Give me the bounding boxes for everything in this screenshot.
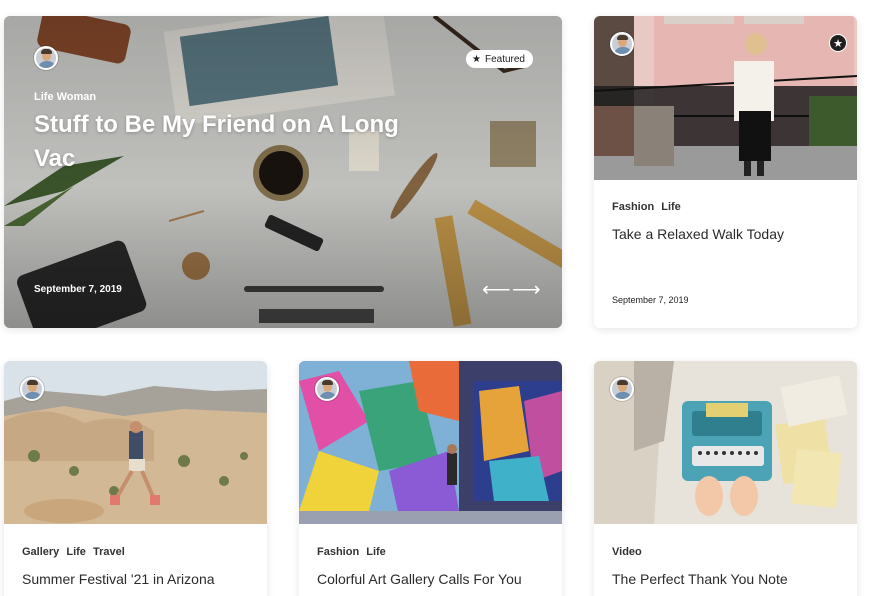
post-title[interactable]: Colorful Art Gallery Calls For You: [317, 571, 522, 587]
author-avatar[interactable]: [610, 377, 634, 401]
post-card[interactable]: ★ Fashion Life Take a Relaxed Walk Today…: [594, 16, 857, 328]
author-avatar[interactable]: [20, 377, 44, 401]
featured-badge: ★ Featured: [466, 50, 533, 68]
star-icon[interactable]: ★: [829, 34, 847, 52]
featured-post-card[interactable]: ★ Featured Life Woman Stuff to Be My Fri…: [4, 16, 562, 328]
post-title[interactable]: Stuff to Be My Friend on A Long Vac: [34, 108, 434, 176]
author-avatar[interactable]: [610, 32, 634, 56]
arrow-left-icon[interactable]: ⟵: [482, 280, 511, 300]
post-card[interactable]: Video The Perfect Thank You Note: [594, 361, 857, 596]
post-card[interactable]: Fashion Life Colorful Art Gallery Calls …: [299, 361, 562, 596]
post-title[interactable]: Summer Festival '21 in Arizona: [22, 571, 215, 587]
post-categories[interactable]: Gallery Life Travel: [22, 546, 125, 558]
post-title[interactable]: The Perfect Thank You Note: [612, 571, 788, 587]
post-date: September 7, 2019: [34, 284, 122, 295]
post-categories[interactable]: Video: [612, 546, 642, 558]
star-icon: ★: [472, 53, 481, 65]
author-avatar[interactable]: [34, 46, 58, 70]
author-avatar[interactable]: [315, 377, 339, 401]
post-card[interactable]: Gallery Life Travel Summer Festival '21 …: [4, 361, 267, 596]
post-categories[interactable]: Fashion Life: [317, 546, 386, 558]
post-categories[interactable]: Fashion Life: [612, 201, 681, 213]
arrow-right-icon[interactable]: ⟶: [512, 280, 541, 300]
post-title[interactable]: Take a Relaxed Walk Today: [612, 226, 784, 242]
post-category[interactable]: Life Woman: [34, 91, 96, 103]
featured-label: Featured: [484, 53, 525, 65]
post-date: September 7, 2019: [612, 295, 689, 305]
